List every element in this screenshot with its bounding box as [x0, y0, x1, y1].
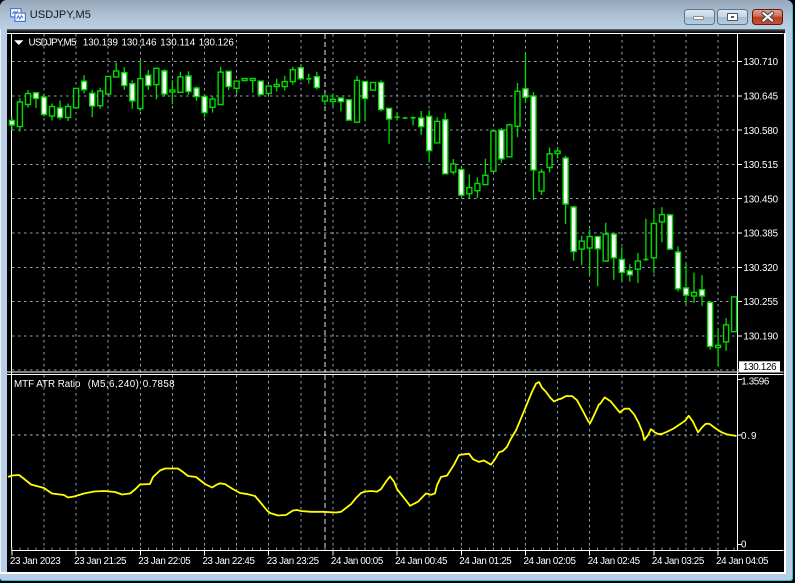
svg-text:130.580: 130.580	[743, 126, 778, 137]
svg-text:23 Jan 22:45: 23 Jan 22:45	[203, 556, 256, 567]
svg-text:130.126: 130.126	[743, 362, 777, 373]
svg-text:24 Jan 03:25: 24 Jan 03:25	[652, 556, 705, 567]
svg-text:130.255: 130.255	[743, 297, 778, 308]
svg-text:130.146: 130.146	[122, 38, 158, 49]
svg-text:24 Jan 00:45: 24 Jan 00:45	[395, 556, 448, 567]
svg-text:0: 0	[741, 539, 747, 550]
svg-text:23 Jan 21:25: 23 Jan 21:25	[74, 556, 127, 567]
svg-text:1.3596: 1.3596	[741, 377, 770, 388]
svg-text:130.126: 130.126	[199, 38, 235, 49]
svg-text:0.7858: 0.7858	[143, 379, 175, 390]
svg-text:0.9: 0.9	[741, 431, 757, 442]
svg-text:24 Jan 04:05: 24 Jan 04:05	[716, 556, 769, 567]
svg-text:130.710: 130.710	[743, 57, 778, 68]
svg-text:24 Jan 01:25: 24 Jan 01:25	[459, 556, 512, 567]
svg-text:130.515: 130.515	[743, 160, 778, 171]
svg-text:130.190: 130.190	[743, 331, 778, 342]
svg-text:130.320: 130.320	[743, 263, 778, 274]
svg-text:24 Jan 02:05: 24 Jan 02:05	[524, 556, 577, 567]
svg-text:130.114: 130.114	[160, 38, 196, 49]
svg-text:130.385: 130.385	[743, 229, 778, 240]
svg-text:24 Jan 02:45: 24 Jan 02:45	[588, 556, 641, 567]
svg-text:MTF ATR Ratio: MTF ATR Ratio	[14, 379, 81, 390]
svg-text:(M5,6,240): (M5,6,240)	[88, 379, 139, 390]
svg-text:23 Jan 23:25: 23 Jan 23:25	[267, 556, 320, 567]
svg-text:130.645: 130.645	[743, 92, 778, 103]
svg-text:130.450: 130.450	[743, 194, 778, 205]
svg-text:130.139: 130.139	[83, 38, 118, 49]
svg-text:23 Jan 2023: 23 Jan 2023	[10, 556, 61, 567]
svg-text:24 Jan 00:05: 24 Jan 00:05	[331, 556, 384, 567]
svg-text:23 Jan 22:05: 23 Jan 22:05	[138, 556, 191, 567]
svg-text:USDJPY,M5: USDJPY,M5	[29, 38, 77, 49]
